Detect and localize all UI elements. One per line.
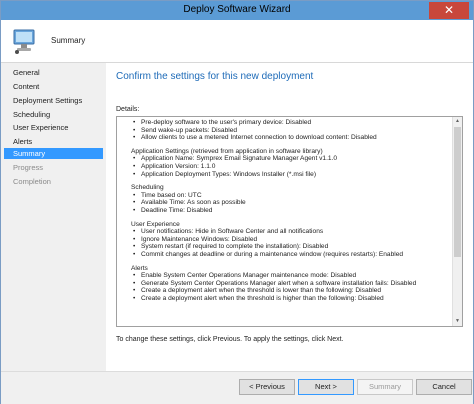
computer-wizard-icon bbox=[13, 29, 35, 54]
details-bullet-line: System restart (if required to complete … bbox=[131, 243, 446, 251]
page-name: Summary bbox=[51, 36, 86, 45]
scroll-up-icon[interactable]: ▲ bbox=[453, 117, 462, 126]
instructions-text: To change these settings, click Previous… bbox=[116, 336, 344, 343]
window-title: Deploy Software Wizard bbox=[183, 4, 291, 15]
details-section-heading: Alerts bbox=[131, 264, 148, 272]
details-bullet-line: Send wake-up packets: Disabled bbox=[131, 127, 446, 135]
details-bullet-line: Application Deployment Types: Windows In… bbox=[131, 171, 446, 179]
details-section-heading: Scheduling bbox=[131, 184, 164, 192]
details-bullet-line: Time based on: UTC bbox=[131, 192, 446, 200]
details-section-heading: Application Settings (retrieved from app… bbox=[131, 147, 323, 155]
details-bullet-line: User notifications: Hide in Software Cen… bbox=[131, 228, 446, 236]
title-bar: Deploy Software Wizard ✕ bbox=[1, 1, 473, 20]
details-label: Details: bbox=[116, 106, 140, 113]
details-bullet-line: Generate System Center Operations Manage… bbox=[131, 280, 446, 288]
summary-button: Summary bbox=[357, 379, 413, 395]
previous-button[interactable]: < Previous bbox=[239, 379, 295, 395]
scroll-down-icon[interactable]: ▼ bbox=[453, 317, 462, 326]
details-bullet-line: Enable System Center Operations Manager … bbox=[131, 272, 446, 280]
details-bullet-line: Application Version: 1.1.0 bbox=[131, 163, 446, 171]
sidebar-item-progress: Progress bbox=[13, 163, 44, 172]
sidebar-item-completion: Completion bbox=[13, 177, 51, 186]
details-section-heading: User Experience bbox=[131, 220, 180, 228]
details-bullet-line: Available Time: As soon as possible bbox=[131, 199, 446, 207]
wizard-footer: < Previous Next > Summary Cancel bbox=[1, 371, 473, 404]
details-scrollbar[interactable]: ▲ ▼ bbox=[452, 117, 462, 326]
main-panel: Confirm the settings for this new deploy… bbox=[106, 63, 473, 371]
details-content: Pre-deploy software to the user's primar… bbox=[131, 119, 446, 302]
details-bullet-line: Commit changes at deadline or during a m… bbox=[131, 251, 446, 259]
wizard-header: Summary bbox=[1, 20, 473, 63]
sidebar-item-summary[interactable]: Summary bbox=[4, 148, 103, 159]
sidebar-item-alerts[interactable]: Alerts bbox=[4, 136, 103, 147]
sidebar-item-general[interactable]: General bbox=[4, 67, 103, 78]
sidebar-item-deployment-settings[interactable]: Deployment Settings bbox=[4, 95, 103, 106]
close-button[interactable]: ✕ bbox=[429, 2, 469, 19]
sidebar-item-scheduling[interactable]: Scheduling bbox=[4, 109, 103, 120]
cancel-button[interactable]: Cancel bbox=[416, 379, 472, 395]
details-bullet-line: Pre-deploy software to the user's primar… bbox=[131, 119, 446, 127]
scroll-thumb[interactable] bbox=[454, 127, 461, 257]
next-button[interactable]: Next > bbox=[298, 379, 354, 395]
deploy-software-wizard-window: Deploy Software Wizard ✕ Summary General… bbox=[0, 0, 474, 404]
details-bullet-line: Ignore Maintenance Windows: Disabled bbox=[131, 236, 446, 244]
sidebar-item-user-experience[interactable]: User Experience bbox=[4, 122, 103, 133]
sidebar-item-content[interactable]: Content bbox=[4, 81, 103, 92]
wizard-steps-sidebar: General Content Deployment Settings Sche… bbox=[1, 63, 105, 371]
details-bullet-line: Deadline Time: Disabled bbox=[131, 207, 446, 215]
details-bullet-line: Create a deployment alert when the thres… bbox=[131, 295, 446, 303]
page-title: Confirm the settings for this new deploy… bbox=[116, 71, 314, 82]
details-textbox[interactable]: Pre-deploy software to the user's primar… bbox=[116, 116, 463, 327]
details-bullet-line: Allow clients to use a metered Internet … bbox=[131, 134, 446, 142]
details-bullet-line: Application Name: Symprex Email Signatur… bbox=[131, 155, 446, 163]
details-bullet-line: Create a deployment alert when the thres… bbox=[131, 287, 446, 295]
